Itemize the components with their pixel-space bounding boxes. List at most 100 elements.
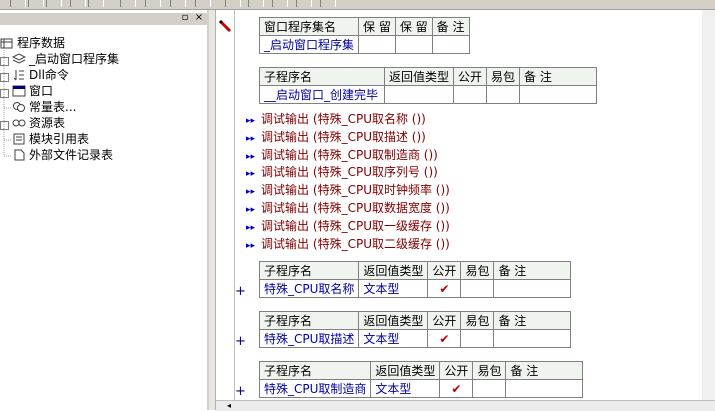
table-header: 备 注 (505, 361, 584, 380)
assembly-name-cell[interactable]: _启动窗口程序集 (258, 35, 360, 54)
toolbar-button[interactable] (120, 0, 136, 7)
return-type-cell[interactable]: 文本型 (358, 329, 429, 348)
public-checkmark[interactable]: ✔ (439, 379, 474, 398)
sub-name-cell[interactable]: 特殊_CPU取名称 (258, 279, 360, 298)
code-line[interactable]: ▸▸ 调试输出 (特殊_CPU取序列号 ()) (246, 164, 438, 181)
tree-item-label: Dll命令 (29, 68, 69, 82)
tree-item-label: 资源表 (29, 116, 66, 130)
expand-plus-icon[interactable]: + (235, 284, 246, 299)
toolbar-button[interactable] (296, 0, 312, 7)
table-cell[interactable] (460, 329, 495, 348)
command-text: 调试输出 (261, 201, 310, 215)
toolbar-button[interactable] (10, 0, 26, 7)
toolbar-button[interactable] (225, 0, 241, 7)
vertical-scrollbar[interactable] (702, 10, 715, 410)
command-text: 调试输出 (261, 165, 310, 179)
toolbar-button[interactable] (88, 0, 104, 7)
toolbar-button[interactable] (248, 0, 264, 7)
tree-item-label: 窗口 (29, 84, 54, 98)
sub-table-cpu-vendor: 子程序名 返回值类型 公开 易包 备 注 特殊_CPU取制造商 文本型 ✔ (258, 361, 584, 398)
toolbar-button[interactable] (145, 0, 161, 7)
table-cell[interactable] (519, 85, 598, 104)
tree-item-label: 外部文件记录表 (29, 148, 114, 162)
table-cell[interactable] (460, 279, 495, 298)
command-text: 调试输出 (261, 219, 310, 233)
sub-table-startup: 子程序名 返回值类型 公开 易包 备 注 __启动窗口_创建完毕 (259, 67, 598, 104)
arrow-icon: ▸▸ (246, 152, 256, 162)
table-header: 返回值类型 (370, 361, 441, 380)
public-checkmark[interactable]: ✔ (427, 329, 462, 348)
command-text: 调试输出 (261, 130, 310, 144)
tree-item-constants[interactable]: 常量表... (12, 99, 76, 115)
table-header: 返回值类型 (358, 311, 429, 330)
toolbar-button[interactable] (272, 0, 288, 7)
code-line[interactable]: ▸▸ 调试输出 (特殊_CPU取时钟频率 ()) (246, 182, 450, 199)
sub-name-cell[interactable]: 特殊_CPU取描述 (258, 329, 360, 348)
table-cell[interactable] (394, 35, 433, 54)
toolbar-button[interactable] (195, 0, 211, 7)
pin-icon[interactable]: ▫ (180, 13, 190, 23)
table-cell[interactable] (431, 35, 470, 54)
tree-item-module-refs[interactable]: 模块引用表 (12, 131, 89, 147)
table-header: 公开 (453, 67, 488, 86)
table-header: 公开 (427, 261, 462, 280)
table-header: 易包 (472, 361, 507, 380)
table-header: 备 注 (519, 67, 598, 86)
table-header: 公开 (427, 311, 462, 330)
arrow-icon: ▸▸ (246, 241, 256, 251)
toolbar-button[interactable] (70, 0, 86, 7)
argument-text: (特殊_CPU取名称 ()) (312, 112, 426, 126)
sub-table-cpu-desc: 子程序名 返回值类型 公开 易包 备 注 特殊_CPU取描述 文本型 ✔ (258, 311, 572, 348)
toolbar-button[interactable] (28, 0, 44, 7)
horizontal-scrollbar[interactable]: ◂ (216, 400, 715, 411)
expand-plus-icon[interactable]: + (235, 334, 246, 349)
toolbar-button[interactable] (320, 0, 336, 7)
arrow-icon: ▸▸ (246, 116, 256, 126)
argument-text: (特殊_CPU取二级缓存 ()) (312, 237, 450, 251)
tree-lines (3, 50, 12, 157)
table-header: 保 留 (358, 17, 396, 36)
table-cell[interactable] (493, 279, 572, 298)
command-text: 调试输出 (261, 148, 310, 162)
table-cell[interactable] (383, 85, 455, 104)
tree-item-startup-assembly[interactable]: _启动窗口程序集 (12, 51, 119, 67)
code-line[interactable]: ▸▸ 调试输出 (特殊_CPU取描述 ()) (246, 129, 426, 146)
close-icon[interactable]: × (194, 13, 204, 23)
arrow-icon: ▸▸ (246, 223, 256, 233)
table-cell[interactable] (493, 329, 572, 348)
table-cell[interactable] (358, 35, 396, 54)
toolbar-button[interactable] (46, 0, 62, 7)
table-header: 子程序名 (258, 361, 372, 380)
panel-header: ▫ × (0, 13, 207, 25)
table-cell[interactable] (453, 85, 488, 104)
table-header: 易包 (460, 261, 495, 280)
splitter[interactable] (209, 10, 216, 410)
table-cell[interactable] (472, 379, 507, 398)
argument-text: (特殊_CPU取一级缓存 ()) (312, 219, 450, 233)
table-header: 子程序名 (259, 67, 385, 86)
code-line[interactable]: ▸▸ 调试输出 (特殊_CPU取名称 ()) (246, 111, 426, 128)
toolbar-button[interactable] (170, 0, 186, 7)
table-cell[interactable] (505, 379, 584, 398)
expand-plus-icon[interactable]: + (235, 384, 246, 399)
sub-name-cell[interactable]: __启动窗口_创建完毕 (259, 85, 385, 104)
table-cell[interactable] (486, 85, 521, 104)
sub-name-cell[interactable]: 特殊_CPU取制造商 (258, 379, 372, 398)
code-gutter (216, 10, 235, 410)
sub-table-cpu-name: 子程序名 返回值类型 公开 易包 备 注 特殊_CPU取名称 文本型 ✔ (258, 261, 572, 298)
code-line[interactable]: ▸▸ 调试输出 (特殊_CPU取一级缓存 ()) (246, 218, 450, 235)
public-checkmark[interactable]: ✔ (427, 279, 462, 298)
return-type-cell[interactable]: 文本型 (358, 279, 429, 298)
command-text: 调试输出 (261, 112, 310, 126)
code-line[interactable]: ▸▸ 调试输出 (特殊_CPU取数据宽度 ()) (246, 200, 450, 217)
tree-item-dll[interactable]: Dll命令 (12, 67, 69, 83)
tree-item-external-files[interactable]: 外部文件记录表 (12, 147, 113, 163)
code-line[interactable]: ▸▸ 调试输出 (特殊_CPU取制造商 ()) (246, 147, 438, 164)
return-type-cell[interactable]: 文本型 (370, 379, 441, 398)
argument-text: (特殊_CPU取序列号 ()) (312, 165, 438, 179)
table-header: 易包 (460, 311, 495, 330)
table-header: 返回值类型 (383, 67, 455, 86)
pen-icon (218, 19, 232, 33)
code-line[interactable]: ▸▸ 调试输出 (特殊_CPU取二级缓存 ()) (246, 236, 450, 253)
table-header: 子程序名 (258, 261, 360, 280)
